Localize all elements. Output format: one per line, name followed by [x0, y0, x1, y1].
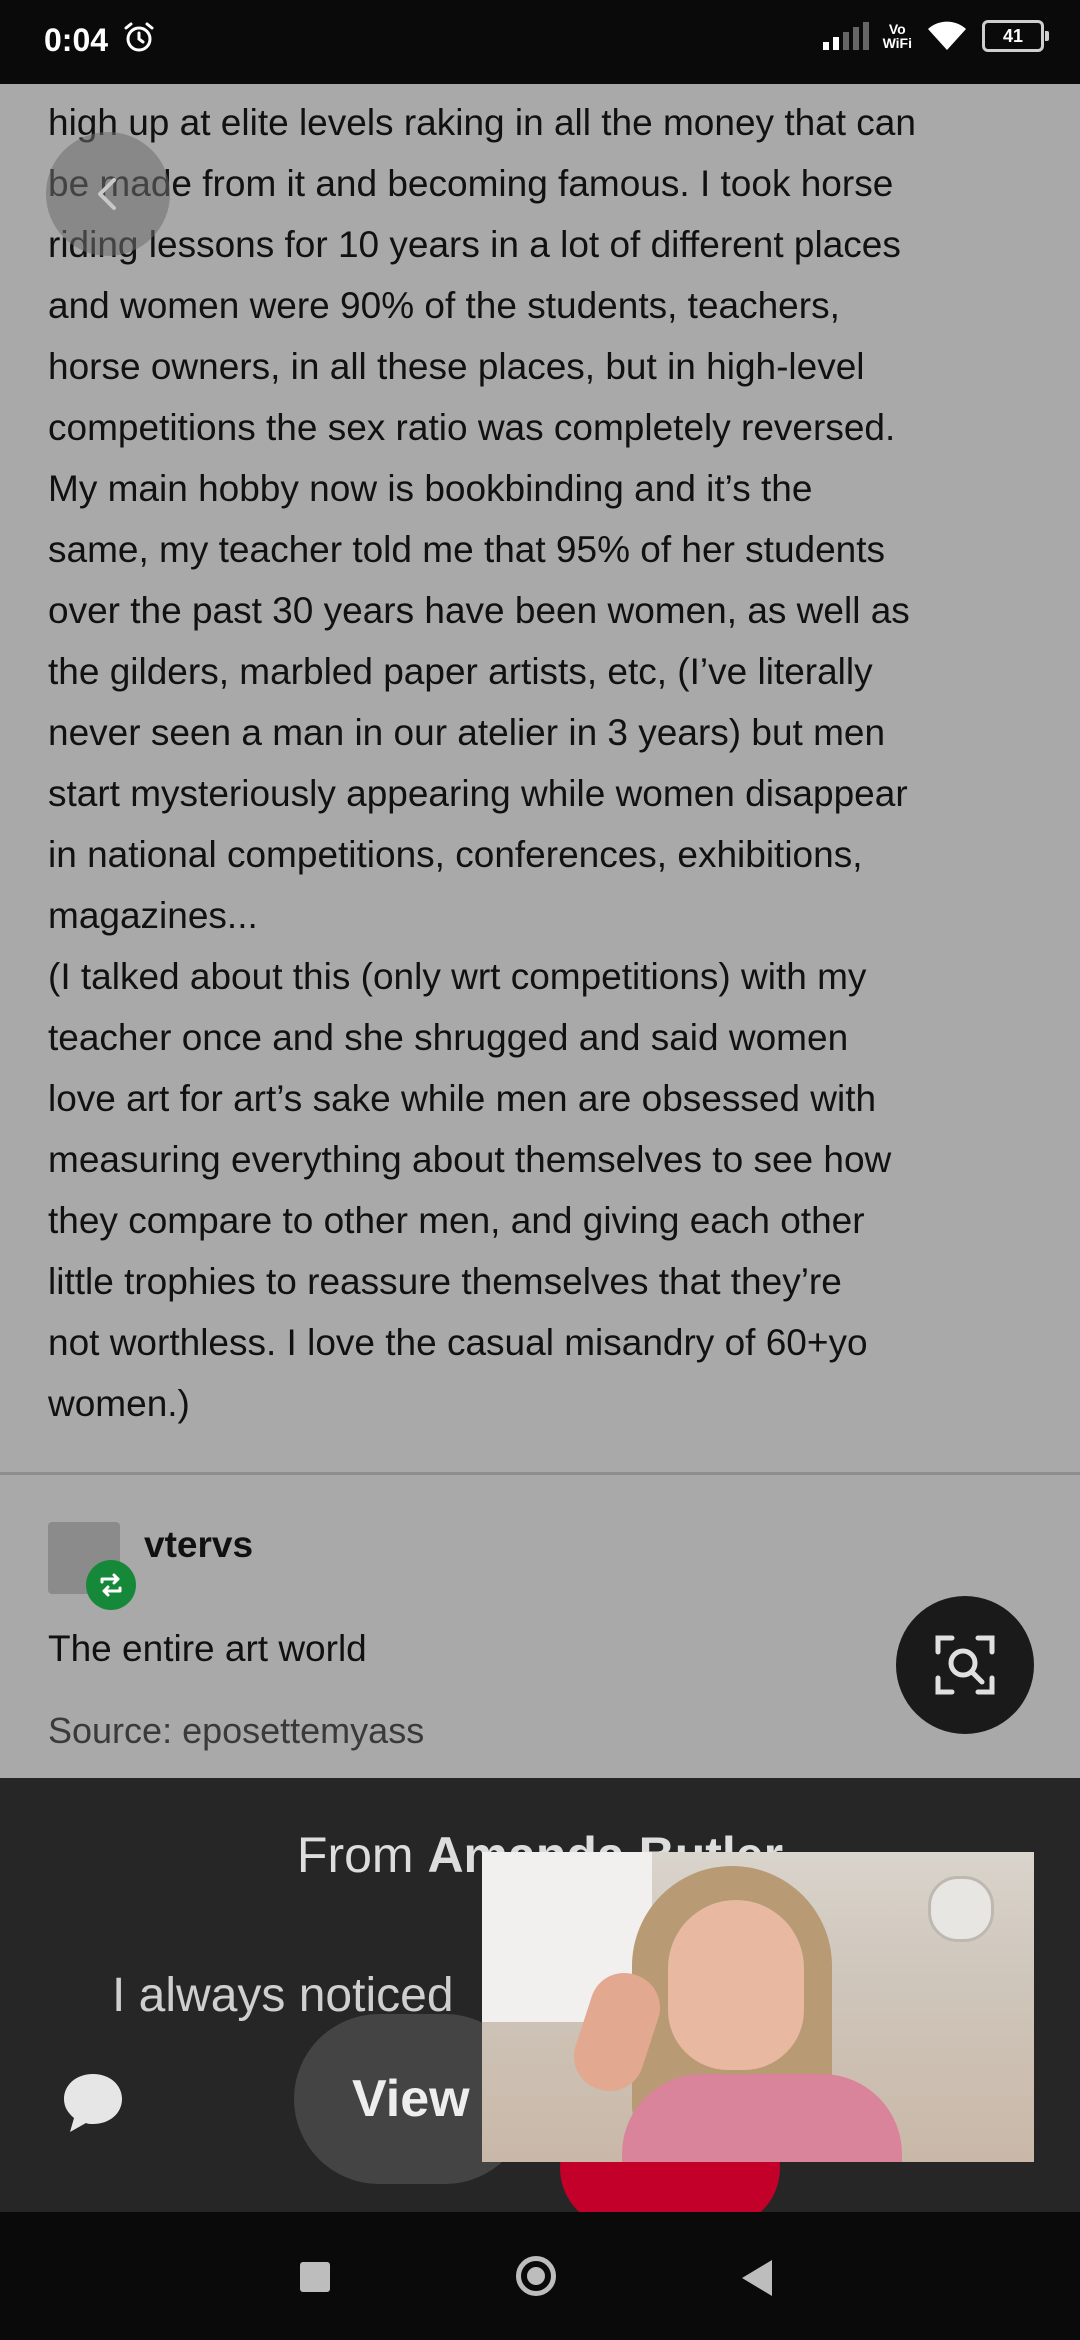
status-indicators: Vo WiFi 41: [822, 20, 1049, 52]
battery-icon: 41: [982, 20, 1049, 52]
vowifi-bottom: WiFi: [882, 35, 912, 51]
vowifi-label: Vo WiFi: [883, 22, 912, 50]
post-divider: [0, 1472, 1080, 1475]
wifi-icon: [928, 21, 966, 50]
signal-icon: [822, 22, 869, 50]
video-person-face: [668, 1900, 804, 2070]
reblog-icon: [100, 1573, 122, 1597]
nav-home-icon[interactable]: [516, 2256, 556, 2296]
alarm-icon: [124, 22, 154, 52]
source-link[interactable]: Source: eposettemyass: [48, 1710, 424, 1752]
video-person-body: [622, 2074, 902, 2162]
status-bar: 0:04 Vo WiFi 41: [0, 0, 1080, 84]
nav-recents-icon[interactable]: [300, 2262, 330, 2292]
back-arrow-icon: [98, 178, 116, 210]
chat-bubble-icon[interactable]: [58, 2068, 128, 2138]
system-nav-bar: [0, 2212, 1080, 2340]
video-call-overlay[interactable]: [482, 1852, 1034, 2162]
lens-search-icon: [935, 1635, 995, 1695]
vowifi-top: Vo: [888, 21, 906, 37]
video-ceiling-light: [928, 1876, 994, 1942]
status-time: 0:04: [44, 22, 109, 58]
sheet-title-prefix: From: [296, 1827, 428, 1883]
post-body-text: high up at elite levels raking in all th…: [48, 102, 916, 1424]
nav-back-icon[interactable]: [742, 2260, 772, 2296]
lens-search-button[interactable]: [896, 1596, 1034, 1734]
reblog-username[interactable]: vtervs: [144, 1524, 253, 1566]
reblog-text: The entire art world: [48, 1628, 367, 1669]
reblog-badge: [86, 1560, 136, 1610]
back-button[interactable]: [46, 132, 170, 256]
